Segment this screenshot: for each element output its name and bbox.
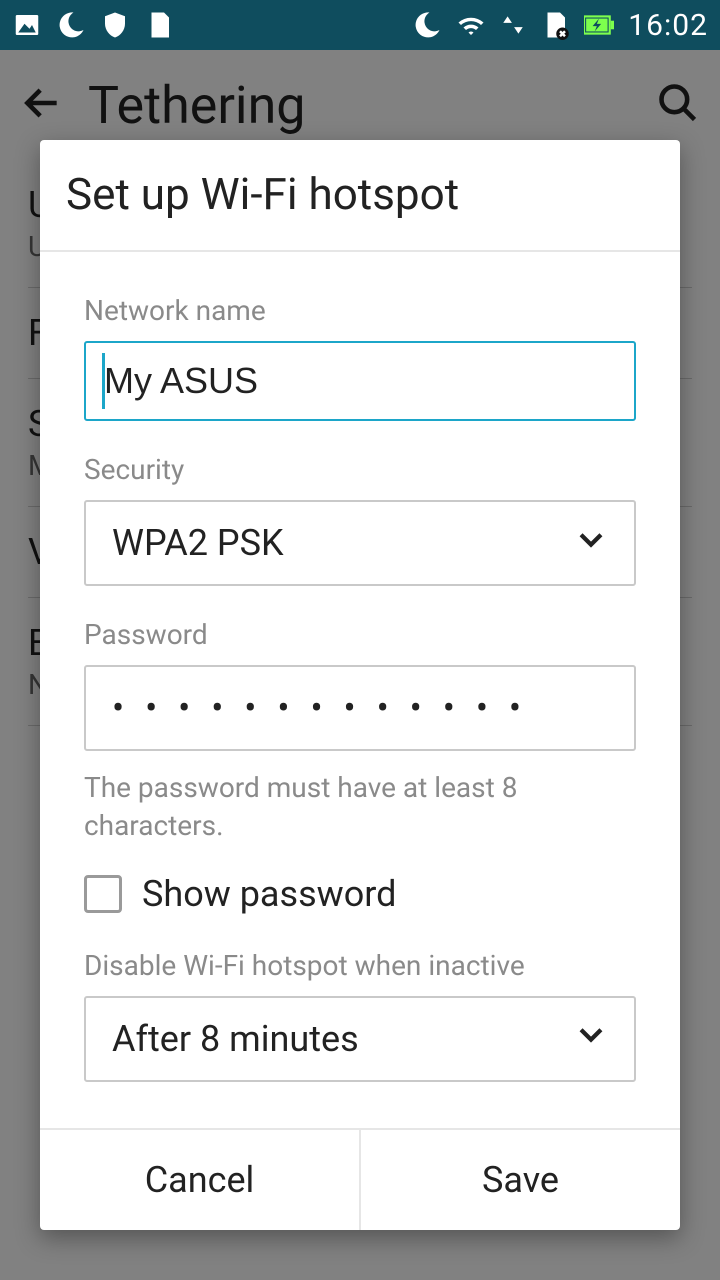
security-select[interactable]: WPA2 PSK [84, 500, 636, 586]
timeout-label: Disable Wi-Fi hotspot when inactive [84, 949, 636, 982]
wifi-icon [456, 10, 486, 40]
password-mask: • • • • • • • • • • • • • [112, 687, 527, 729]
battery-charging-icon [584, 10, 614, 40]
shield-icon [100, 10, 130, 40]
network-name-input[interactable] [84, 341, 636, 421]
status-bar: 16:02 [0, 0, 720, 50]
cancel-button[interactable]: Cancel [40, 1130, 361, 1230]
network-name-label: Network name [84, 294, 636, 327]
password-label: Password [84, 618, 636, 651]
moon-icon [412, 10, 442, 40]
show-password-checkbox[interactable] [84, 875, 122, 913]
security-label: Security [84, 453, 636, 486]
wifi-hotspot-dialog: Set up Wi-Fi hotspot Network name Securi… [40, 140, 680, 1230]
chevron-down-icon [574, 522, 608, 565]
status-right: 16:02 [412, 8, 708, 43]
dialog-body: Network name Security WPA2 PSK Password … [40, 252, 680, 1128]
timeout-select[interactable]: After 8 minutes [84, 996, 636, 1082]
updown-arrows-icon [500, 12, 526, 38]
sd-error-icon [540, 10, 570, 40]
save-button[interactable]: Save [361, 1130, 680, 1230]
dialog-actions: Cancel Save [40, 1128, 680, 1230]
show-password-label: Show password [142, 873, 396, 915]
chevron-down-icon [574, 1017, 608, 1060]
moon-icon [56, 10, 86, 40]
sd-card-icon [144, 10, 174, 40]
password-input[interactable]: • • • • • • • • • • • • • [84, 665, 636, 751]
show-password-row[interactable]: Show password [84, 873, 636, 915]
dialog-title: Set up Wi-Fi hotspot [40, 140, 680, 252]
status-left [12, 10, 174, 40]
security-value: WPA2 PSK [112, 522, 284, 564]
image-icon [12, 10, 42, 40]
status-clock: 16:02 [628, 8, 708, 43]
timeout-value: After 8 minutes [112, 1018, 359, 1060]
password-hint: The password must have at least 8 charac… [84, 769, 636, 845]
